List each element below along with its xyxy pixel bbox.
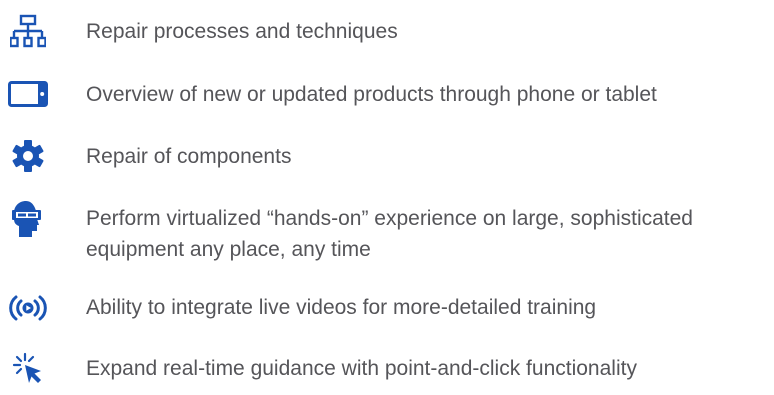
feature-label: Repair of components <box>86 145 292 168</box>
feature-label: Repair processes and techniques <box>86 20 398 43</box>
cursor-click-icon <box>6 346 50 390</box>
tablet-icon <box>6 72 50 116</box>
vr-headset-icon <box>6 197 50 241</box>
feature-label: Perform virtualized “hands-on” experienc… <box>86 207 693 261</box>
feature-label: Overview of new or updated products thro… <box>86 83 657 106</box>
live-broadcast-icon <box>6 286 50 330</box>
gear-icon <box>6 134 50 178</box>
hierarchy-icon <box>6 10 50 54</box>
feature-label: Expand real-time guidance with point-and… <box>86 357 637 380</box>
feature-label: Ability to integrate live videos for mor… <box>86 296 597 319</box>
feature-list: Repair processes and techniques Overview… <box>0 0 774 395</box>
